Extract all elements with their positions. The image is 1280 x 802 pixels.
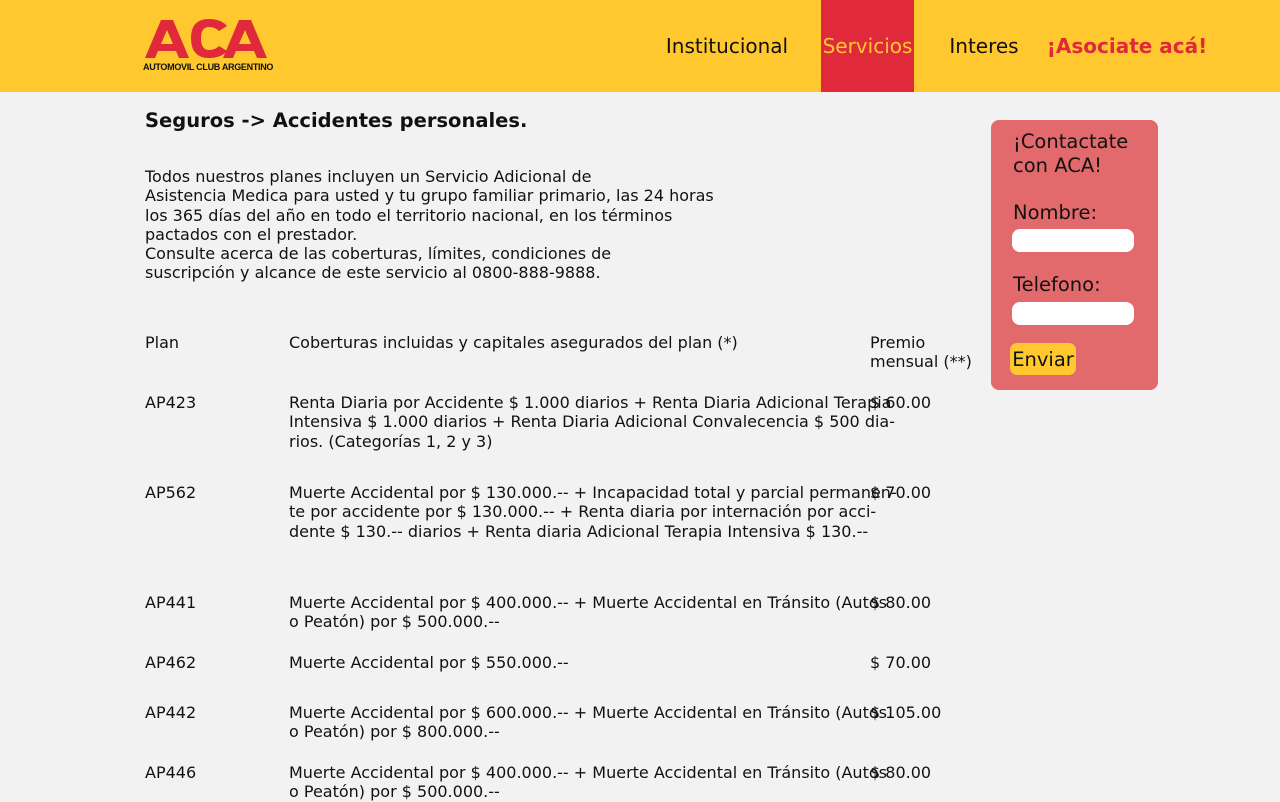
- column-header-premium: Premio mensual (**): [870, 333, 985, 372]
- intro-line: Consulte acerca de las coberturas, límit…: [145, 244, 612, 264]
- nav-institucional[interactable]: Institucional: [664, 0, 790, 92]
- table-row-coverage: Muerte Accidental por $ 400.000.-- + Mue…: [289, 593, 887, 632]
- intro-line: suscripción y alcance de este servicio a…: [145, 263, 601, 283]
- table-row-premium: $ 80.00: [870, 593, 932, 612]
- table-row-plan: AP442: [145, 703, 197, 722]
- nav-asociate[interactable]: ¡Asociate acá!: [1047, 0, 1208, 92]
- coverage-line: Muerte Accidental por $ 400.000.-- + Mue…: [289, 593, 887, 612]
- coverage-line: dente $ 130.-- diarios + Renta diaria Ad…: [289, 521, 869, 541]
- table-row-premium: $ 105.00: [870, 703, 942, 722]
- coverage-line: Muerte Accidental por $ 400.000.-- + Mue…: [289, 763, 887, 782]
- send-button[interactable]: Enviar: [1010, 343, 1076, 375]
- coverage-line: Muerte Accidental por $ 550.000.--: [289, 653, 569, 672]
- coverage-line: o Peatón) por $ 500.000.--: [289, 612, 500, 632]
- coverage-line: Intensiva $ 1.000 diarios + Renta Diaria…: [289, 412, 895, 432]
- contact-form: ¡Contactate con ACA! Nombre: Telefono: E…: [991, 120, 1158, 390]
- coverage-line: o Peatón) por $ 800.000.--: [289, 722, 500, 742]
- nav-interes[interactable]: Interes: [946, 0, 1022, 92]
- coverage-line: Muerte Accidental por $ 130.000.-- + Inc…: [289, 483, 897, 502]
- phone-input[interactable]: [1012, 302, 1134, 325]
- premium-header-line: Premio: [870, 333, 926, 352]
- table-row-plan: AP462: [145, 653, 197, 672]
- intro-line: pactados con el prestador.: [145, 224, 358, 244]
- name-label: Nombre:: [1013, 201, 1098, 224]
- table-row-plan: AP562: [145, 483, 197, 502]
- contact-title-line: con ACA!: [1013, 154, 1102, 177]
- intro-line: Todos nuestros planes incluyen un Servic…: [145, 167, 592, 186]
- table-row-premium: $ 70.00: [870, 653, 932, 672]
- coverage-line: rios. (Categorías 1, 2 y 3): [289, 431, 493, 451]
- table-row-coverage: Renta Diaria por Accidente $ 1.000 diari…: [289, 393, 895, 451]
- table-row-premium: $ 60.00: [870, 393, 932, 412]
- table-row-plan: AP441: [145, 593, 197, 612]
- intro-line: los 365 días del año en todo el territor…: [145, 205, 673, 225]
- contact-title-line: ¡Contactate: [1013, 130, 1129, 153]
- table-row-coverage: Muerte Accidental por $ 600.000.-- + Mue…: [289, 703, 887, 742]
- coverage-line: o Peatón) por $ 500.000.--: [289, 782, 500, 802]
- column-header-plan: Plan: [145, 333, 180, 352]
- intro-text: Todos nuestros planes incluyen un Servic…: [145, 167, 714, 283]
- page-title: Seguros -> Accidentes personales.: [145, 109, 528, 132]
- aca-logo[interactable]: AUTOMOVIL CLUB ARGENTINO: [143, 16, 274, 76]
- phone-label: Telefono:: [1013, 273, 1101, 296]
- nav-servicios[interactable]: Servicios: [821, 0, 914, 92]
- site-header: AUTOMOVIL CLUB ARGENTINO Institucional S…: [0, 0, 1280, 92]
- table-row-plan: AP423: [145, 393, 197, 412]
- name-input[interactable]: [1012, 229, 1134, 252]
- premium-header-line: mensual (**): [870, 352, 972, 372]
- coverage-line: te por accidente por $ 130.000.-- + Rent…: [289, 502, 877, 522]
- table-row-plan: AP446: [145, 763, 197, 782]
- column-header-coverage: Coberturas incluidas y capitales asegura…: [289, 333, 738, 352]
- coverage-line: Renta Diaria por Accidente $ 1.000 diari…: [289, 393, 892, 412]
- table-row-premium: $ 80.00: [870, 763, 932, 782]
- intro-line: Asistencia Medica para usted y tu grupo …: [145, 186, 714, 206]
- contact-title: ¡Contactate con ACA!: [1013, 130, 1128, 178]
- table-row-coverage: Muerte Accidental por $ 550.000.--: [289, 653, 849, 672]
- logo-subtitle: AUTOMOVIL CLUB ARGENTINO: [143, 62, 274, 72]
- coverage-line: Muerte Accidental por $ 600.000.-- + Mue…: [289, 703, 887, 722]
- table-row-premium: $ 70.00: [870, 483, 932, 502]
- table-row-coverage: Muerte Accidental por $ 130.000.-- + Inc…: [289, 483, 897, 541]
- table-row-coverage: Muerte Accidental por $ 400.000.-- + Mue…: [289, 763, 887, 802]
- aca-logo-icon: [145, 19, 267, 58]
